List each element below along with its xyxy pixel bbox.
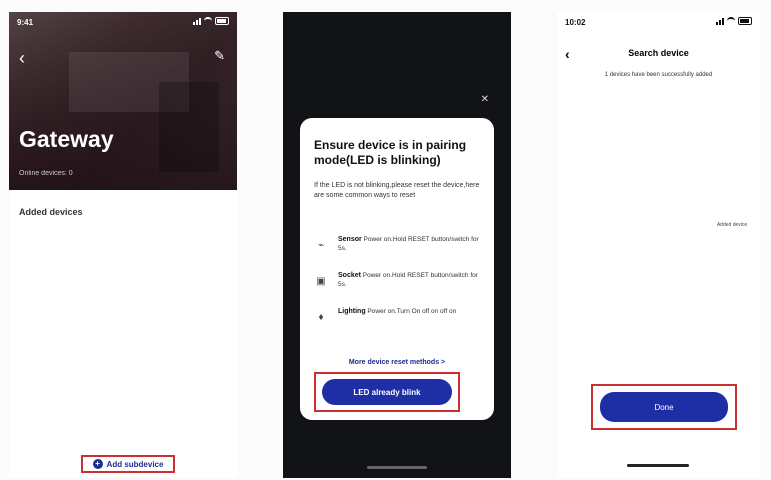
page-title: Gateway bbox=[19, 126, 114, 152]
gateway-hero-banner: 9:41 ‹ ✎ Gateway Online devices: 0 bbox=[9, 12, 237, 190]
battery-icon bbox=[738, 17, 752, 25]
socket-icon: ▣ bbox=[316, 275, 326, 287]
status-time: 9:41 bbox=[17, 18, 34, 27]
more-reset-methods-link[interactable]: More device reset methods > bbox=[300, 359, 494, 366]
signal-icon bbox=[193, 17, 201, 25]
wifi-icon bbox=[204, 17, 212, 25]
close-icon[interactable]: ✕ bbox=[481, 94, 489, 105]
done-button-highlight: Done bbox=[591, 384, 737, 430]
back-arrow-icon[interactable]: ‹ bbox=[19, 48, 25, 69]
reset-method-text: Lighting Power on.Turn On off on off on bbox=[338, 307, 482, 316]
added-devices-heading: Added devices bbox=[19, 207, 83, 217]
battery-icon bbox=[215, 17, 229, 25]
page-title: Search device bbox=[628, 48, 689, 58]
led-already-blink-button[interactable]: LED already blink bbox=[322, 379, 452, 405]
led-already-blink-highlight: LED already blink bbox=[314, 372, 460, 412]
status-bar: 9:41 bbox=[9, 12, 237, 36]
sensor-icon: ⌁ bbox=[317, 239, 325, 251]
device-type-name: Socket bbox=[338, 272, 361, 279]
add-subdevice-label: Add subdevice bbox=[106, 459, 164, 469]
add-subdevice-button[interactable]: + Add subdevice bbox=[81, 455, 175, 473]
added-success-message: 1 devices have been successfully added bbox=[604, 72, 713, 78]
phone-search-device-screen: 10:02 ‹ Search device 1 devices have bee… bbox=[557, 12, 760, 478]
light-bulb-icon: ♦ bbox=[318, 311, 324, 323]
device-type-name: Lighting bbox=[338, 308, 366, 315]
status-icons bbox=[193, 17, 229, 25]
hero-image-detail bbox=[159, 82, 219, 172]
added-device-label: Added device bbox=[716, 222, 748, 228]
edit-pencil-icon[interactable]: ✎ bbox=[214, 48, 225, 64]
status-icons bbox=[716, 17, 752, 25]
signal-icon bbox=[716, 17, 724, 25]
reset-method-item: ♦ Lighting Power on.Turn On off on off o… bbox=[314, 307, 484, 331]
online-devices-count: Online devices: 0 bbox=[19, 170, 73, 177]
wifi-icon bbox=[727, 17, 735, 25]
device-type-name: Sensor bbox=[338, 236, 362, 243]
done-button[interactable]: Done bbox=[600, 392, 728, 422]
reset-method-item: ▣ Socket Power on.Hold RESET button/swit… bbox=[314, 271, 484, 295]
home-indicator bbox=[627, 464, 689, 467]
reset-method-text: Socket Power on.Hold RESET button/switch… bbox=[338, 271, 482, 289]
pairing-mode-dialog: Ensure device is in pairing mode(LED is … bbox=[300, 118, 494, 420]
status-time: 10:02 bbox=[565, 18, 586, 27]
reset-method-item: ⌁ Sensor Power on.Hold RESET button/swit… bbox=[314, 235, 484, 259]
status-bar: 10:02 bbox=[557, 12, 760, 36]
reset-method-text: Sensor Power on.Hold RESET button/switch… bbox=[338, 235, 482, 253]
phone-pairing-screen: ✕ Ensure device is in pairing mode(LED i… bbox=[283, 12, 511, 478]
dialog-title: Ensure device is in pairing mode(LED is … bbox=[314, 138, 467, 167]
plus-icon: + bbox=[92, 459, 103, 469]
dialog-description: If the LED is not blinking,please reset … bbox=[314, 182, 480, 199]
home-indicator bbox=[367, 466, 427, 469]
reset-instruction: Power on.Turn On off on off on bbox=[367, 308, 457, 315]
phone-gateway-screen: 9:41 ‹ ✎ Gateway Online devices: 0 Added… bbox=[9, 12, 237, 478]
